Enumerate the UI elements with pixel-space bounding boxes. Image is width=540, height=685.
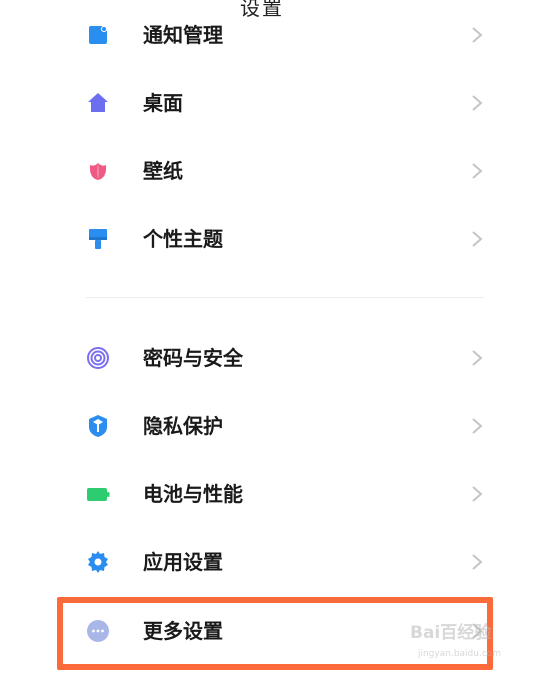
- chevron-right-icon: [470, 417, 484, 435]
- settings-item-app-settings[interactable]: 应用设置: [0, 528, 540, 596]
- watermark-url: jingyan.baidu.com: [418, 649, 502, 659]
- chevron-right-icon: [470, 94, 484, 112]
- settings-item-label: 隐私保护: [143, 414, 223, 438]
- settings-item-label: 通知管理: [143, 23, 223, 47]
- home-icon: [86, 91, 110, 115]
- chevron-right-icon: [470, 162, 484, 180]
- fingerprint-icon: [86, 346, 110, 370]
- tulip-icon: [86, 159, 110, 183]
- settings-item-label: 应用设置: [143, 550, 223, 574]
- settings-item-label: 密码与安全: [143, 346, 243, 370]
- chevron-right-icon: [470, 230, 484, 248]
- settings-item-label: 电池与性能: [143, 482, 243, 506]
- settings-item-privacy[interactable]: 隐私保护: [0, 392, 540, 460]
- privacy-shield-icon: [86, 414, 110, 438]
- watermark: Bai百经验 jingyan.baidu.com: [410, 618, 520, 668]
- battery-icon: [86, 482, 110, 506]
- settings-item-label: 桌面: [143, 91, 183, 115]
- chevron-right-icon: [470, 349, 484, 367]
- settings-item-wallpaper[interactable]: 壁纸: [0, 137, 540, 205]
- chevron-right-icon: [470, 26, 484, 44]
- settings-item-desktop[interactable]: 桌面: [0, 69, 540, 137]
- notification-icon: [86, 23, 110, 47]
- settings-item-theme[interactable]: 个性主题: [0, 205, 540, 273]
- settings-item-battery[interactable]: 电池与性能: [0, 460, 540, 528]
- settings-item-notification[interactable]: 通知管理: [0, 1, 540, 69]
- chevron-right-icon: [470, 553, 484, 571]
- settings-item-password-security[interactable]: 密码与安全: [0, 324, 540, 392]
- settings-item-label: 个性主题: [143, 227, 223, 251]
- brush-icon: [86, 227, 110, 251]
- watermark-brand: Bai百经验: [410, 623, 492, 643]
- chevron-right-icon: [470, 485, 484, 503]
- gear-icon: [86, 550, 110, 574]
- group-divider: [86, 297, 484, 298]
- settings-item-label: 壁纸: [143, 159, 183, 183]
